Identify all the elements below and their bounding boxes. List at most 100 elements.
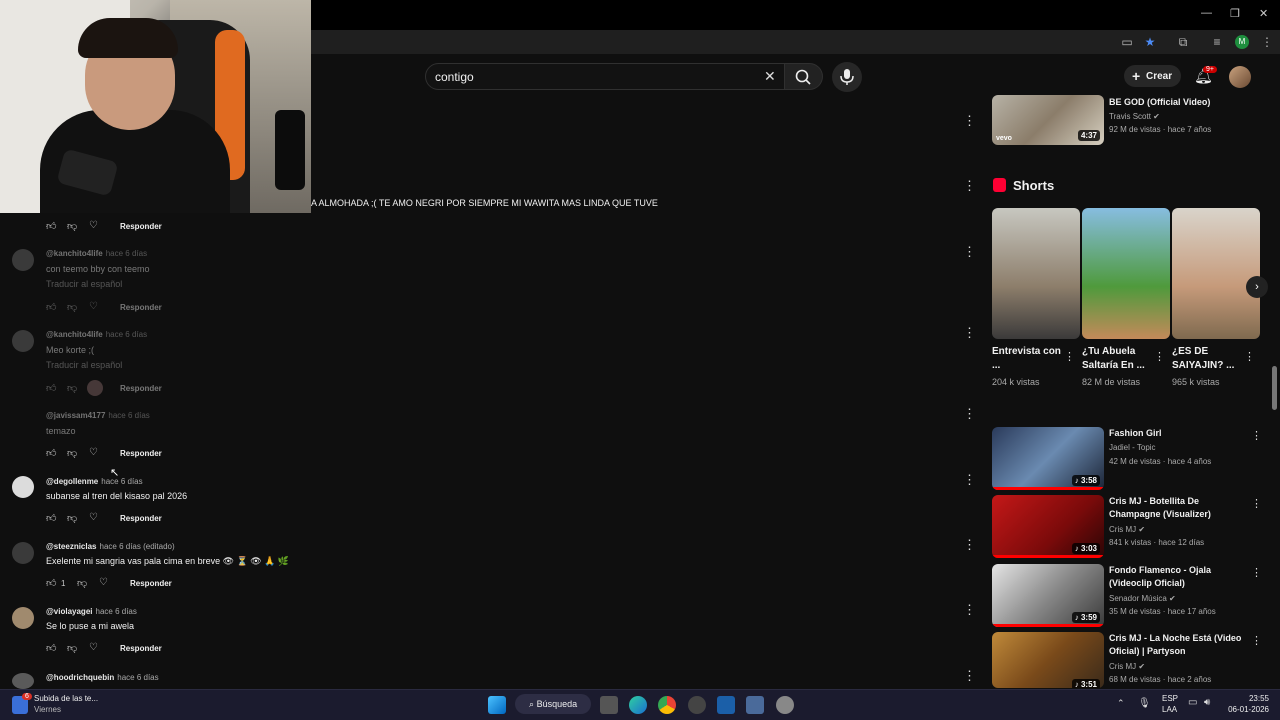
chrome-icon[interactable] [658,696,676,714]
maximize-button[interactable]: ❐ [1230,7,1240,20]
heart-icon[interactable]: ♡ [89,642,98,653]
volume-icon[interactable]: 🔊︎ [1204,697,1210,708]
shorts-next-arrow-icon[interactable]: › [1246,276,1268,298]
short-menu-icon[interactable]: ⋮ [1244,350,1255,363]
like-icon[interactable]: 👍︎ [46,301,56,313]
browser-menu-icon[interactable]: ⋮ [1260,35,1274,49]
video-title[interactable]: Cris MJ - Botellita De Champagne (Visual… [1109,495,1249,521]
short-menu-icon[interactable]: ⋮ [1154,350,1165,363]
short-title[interactable]: ¿Tu Abuela Saltaría En ... [1082,345,1158,373]
commenter-avatar[interactable] [12,249,34,271]
translate-link[interactable]: Traducir al español [46,279,122,289]
channel-name[interactable]: Senador Música ✔︎ [1109,594,1176,603]
like-icon[interactable]: 👍︎ [46,642,56,654]
comment-author[interactable]: @violayagei hace 6 días [46,607,137,616]
taskbar-search[interactable]: ⌕ Búsqueda [515,694,591,714]
create-button[interactable]: + Crear [1124,65,1181,87]
commenter-avatar[interactable] [12,476,34,498]
dislike-icon[interactable]: 👎︎ [67,447,77,459]
channel-name[interactable]: Cris MJ ✔︎ [1109,525,1145,534]
commenter-avatar[interactable] [12,673,34,689]
clock-time[interactable]: 23:55 [1227,694,1269,703]
video-menu-icon[interactable]: ⋮ [1251,429,1262,442]
comment-menu-icon[interactable]: ⋮ [963,603,976,616]
steam-icon[interactable] [717,696,735,714]
video-thumbnail[interactable]: ♪ 3:58 [992,427,1104,490]
file-explorer-icon[interactable] [746,696,764,714]
reply-button[interactable]: Responder [120,449,162,458]
comment-menu-icon[interactable]: ⋮ [963,326,976,339]
comment-menu-icon[interactable]: ⋮ [963,473,976,486]
dislike-icon[interactable]: 👎︎ [67,642,77,654]
windows-start-icon[interactable] [488,696,506,714]
comment-menu-icon[interactable]: ⋮ [963,245,976,258]
heart-icon[interactable]: ♡ [89,512,98,523]
dislike-icon[interactable]: 👎︎ [77,577,87,589]
short-thumbnail[interactable] [1172,208,1260,339]
video-menu-icon[interactable]: ⋮ [1251,634,1262,647]
dislike-icon[interactable]: 👎︎ [67,220,77,232]
dislike-icon[interactable]: 👎︎ [67,301,77,313]
comment-menu-icon[interactable]: ⋮ [963,407,976,420]
video-title[interactable]: Cris MJ - La Noche Está (Video Oficial) … [1109,632,1249,658]
comment-menu-icon[interactable]: ⋮ [963,179,976,192]
commenter-avatar[interactable] [12,330,34,352]
video-thumbnail[interactable]: ♪ 3:03 [992,495,1104,558]
profile-avatar[interactable]: M [1235,35,1249,49]
translate-link[interactable]: Traducir al español [46,360,122,370]
channel-name[interactable]: Cris MJ ✔︎ [1109,662,1145,671]
close-window-button[interactable]: ✕ [1259,7,1268,20]
search-button[interactable] [785,63,823,90]
task-view-icon[interactable] [600,696,618,714]
bookmark-star-icon[interactable]: ★ [1143,35,1157,49]
extensions-icon[interactable]: ⧉ [1176,35,1190,49]
voice-search-button[interactable] [832,62,862,92]
comment-author[interactable]: @javissam4177 hace 6 días [46,411,150,420]
short-title[interactable]: ¿ES DE SAIYAJIN? ... [1172,345,1248,373]
tray-chevron-icon[interactable]: ⌃ [1117,698,1125,709]
reply-button[interactable]: Responder [130,579,172,588]
heart-icon[interactable]: ♡ [89,447,98,458]
video-menu-icon[interactable]: ⋮ [1251,497,1262,510]
short-thumbnail[interactable] [992,208,1080,339]
heart-icon[interactable]: ♡ [99,577,108,588]
video-thumbnail[interactable]: vevo 4:37 [992,95,1104,145]
network-icon[interactable]: ▭ [1188,697,1197,708]
widget-title[interactable]: Subida de las te... [34,694,98,703]
comment-menu-icon[interactable]: ⋮ [963,538,976,551]
settings-gear-icon[interactable] [776,696,794,714]
short-menu-icon[interactable]: ⋮ [1064,350,1075,363]
comment-menu-icon[interactable]: ⋮ [963,114,976,127]
video-title[interactable]: BE GOD (Official Video) [1109,96,1249,109]
video-title[interactable]: Fondo Flamenco - Ojala (Videoclip Oficia… [1109,564,1249,590]
search-input[interactable] [435,68,755,86]
obs-icon[interactable] [688,696,706,714]
clock-date[interactable]: 06-01-2026 [1227,705,1269,714]
comment-author[interactable]: @hoodrichquebin hace 6 días [46,673,159,682]
heart-icon[interactable]: ♡ [89,301,98,312]
channel-name[interactable]: Travis Scott ✔︎ [1109,112,1160,121]
commenter-avatar[interactable] [12,542,34,564]
channel-name[interactable]: Jadiel - Topic [1109,443,1156,452]
comment-author[interactable]: @kanchito4life hace 6 días [46,249,147,258]
minimize-button[interactable]: — [1201,7,1212,19]
like-icon[interactable]: 👍︎ [46,577,56,589]
video-thumbnail[interactable]: ♪ 3:51 [992,632,1104,688]
video-title[interactable]: Fashion Girl [1109,427,1249,440]
reply-button[interactable]: Responder [120,384,162,393]
reply-button[interactable]: Responder [120,303,162,312]
edge-icon[interactable] [629,696,647,714]
video-menu-icon[interactable]: ⋮ [1251,566,1262,579]
like-icon[interactable]: 👍︎ [46,512,56,524]
comment-author[interactable]: @kanchito4life hace 6 días [46,330,147,339]
page-scrollbar[interactable] [1272,366,1277,410]
video-thumbnail[interactable]: ♪ 3:59 [992,564,1104,627]
microphone-tray-icon[interactable]: 🎙︎ [1138,698,1151,709]
like-icon[interactable]: 👍︎ [46,382,56,394]
heart-icon[interactable]: ♡ [89,220,98,231]
short-thumbnail[interactable] [1082,208,1170,339]
comment-author[interactable]: @steezniclas hace 6 días (editado) [46,542,175,551]
dislike-icon[interactable]: 👎︎ [67,512,77,524]
cast-icon[interactable]: ▭ [1120,35,1134,49]
comment-author[interactable]: @degollenme hace 6 días [46,477,143,486]
